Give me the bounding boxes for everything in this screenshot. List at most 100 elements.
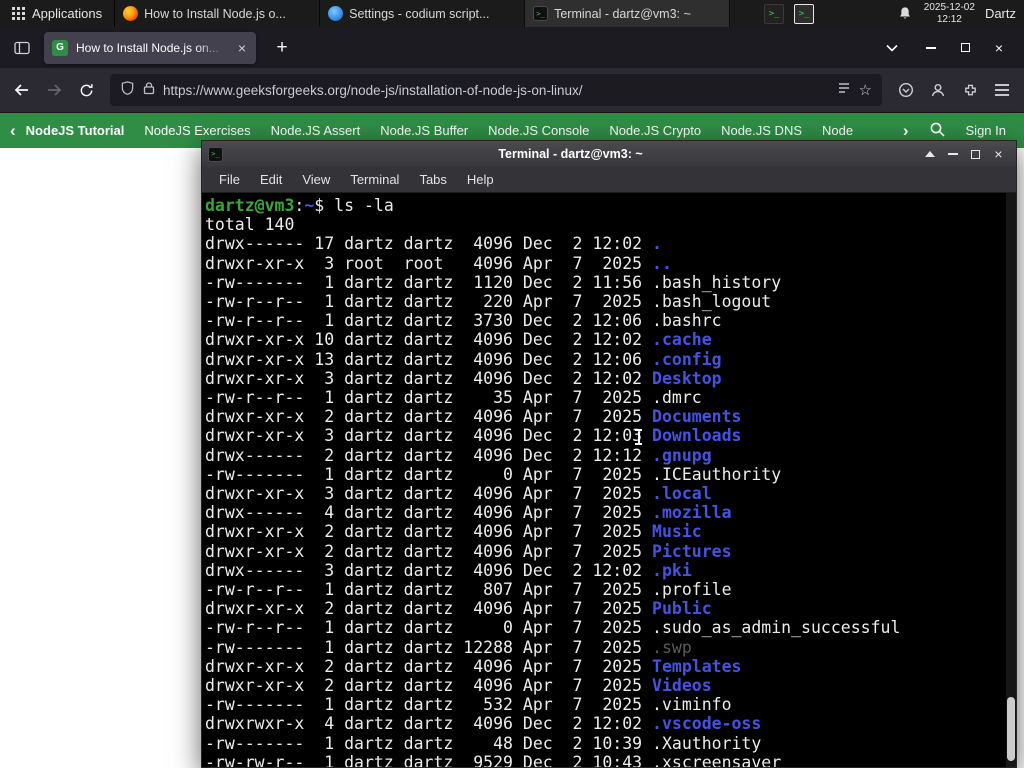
ls-row: drwxr-xr-x 3 root root 4096 Apr 7 2025 .… [205,253,672,273]
ls-listing: drwx------ 17 dartz dartz 4096 Dec 2 12:… [205,234,1004,767]
ls-row: drwxr-xr-x 2 dartz dartz 4096 Apr 7 2025… [205,522,702,542]
scrollbar-thumb[interactable] [1007,697,1015,761]
reload-button[interactable] [70,74,102,106]
minimize-icon [926,46,936,49]
ls-filename: .. [652,253,672,273]
ls-row: drwxr-xr-x 2 dartz dartz 4096 Apr 7 2025… [205,676,712,696]
settings-app-icon [328,6,344,21]
ls-filename: .config [652,349,722,369]
panel-window-button-settings[interactable]: Settings - codium script... [320,0,526,27]
ls-filename: Templates [652,656,742,676]
ls-row: drwx------ 2 dartz dartz 4096 Dec 2 12:1… [205,445,712,465]
ls-row: drwx------ 17 dartz dartz 4096 Dec 2 12:… [205,234,662,254]
maximize-icon [960,43,970,52]
panel-window-button-terminal[interactable]: >_ Terminal - dartz@vm3: ~ [525,0,731,27]
ls-row: drwxrwxr-x 4 dartz dartz 4096 Dec 2 12:0… [205,714,762,734]
notifications-bell-icon[interactable] [898,6,912,21]
terminal-output[interactable]: dartz@vm3:~$ ls -la total 140 drwx------… [202,193,1016,767]
tab-title: How to Install Node.js on... [76,40,219,55]
pocket-icon[interactable] [890,74,922,106]
terminal-icon: >_ [533,6,549,21]
ls-row: drwxr-xr-x 2 dartz dartz 4096 Apr 7 2025… [205,656,742,676]
tracking-shield-icon[interactable] [120,80,135,101]
tray-terminal-active-icon[interactable]: >_ [794,3,815,24]
ls-filename: .local [652,484,712,504]
ls-row: drwxr-xr-x 10 dartz dartz 4096 Dec 2 12:… [205,330,712,350]
minimize-icon [947,153,958,155]
terminal-minimize-button[interactable] [941,141,964,167]
browser-minimize-button[interactable] [914,27,948,68]
ls-row: drwxr-xr-x 2 dartz dartz 4096 Apr 7 2025… [205,541,732,561]
ls-row: -rw-r--r-- 1 dartz dartz 807 Apr 7 2025 … [205,580,732,600]
reader-mode-icon[interactable] [837,81,851,100]
applications-grid-icon [12,7,25,20]
ls-filename: .mozilla [652,503,732,523]
applications-menu-button[interactable]: Applications [0,0,116,27]
terminal-scrollbar[interactable] [1006,193,1016,767]
menu-terminal[interactable]: Terminal [341,169,408,190]
site-nav-item-nodejs-crypto[interactable]: Node.JS Crypto [609,123,701,138]
browser-close-button[interactable]: × [982,27,1016,68]
ls-filename: .xscreensaver [652,752,782,767]
ls-row: -rw-r--r-- 1 dartz dartz 3730 Dec 2 12:0… [205,311,722,331]
url-text[interactable]: https://www.geeksforgeeks.org/node-js/in… [163,83,829,98]
firefox-view-icon[interactable] [8,34,36,62]
new-tab-button[interactable]: + [268,37,296,59]
total-line: total 140 [205,215,295,235]
ls-row: drwxr-xr-x 2 dartz dartz 4096 Apr 7 2025… [205,599,712,619]
site-nav-item-nodejs-exercises[interactable]: NodeJS Exercises [144,123,250,138]
ls-filename: Pictures [652,541,732,561]
menu-tabs[interactable]: Tabs [410,169,455,190]
site-nav-item-nodejs-console[interactable]: Node.JS Console [488,123,589,138]
list-all-tabs-chevron-icon[interactable] [886,44,898,52]
ls-filename: Documents [652,407,742,427]
menu-help[interactable]: Help [458,169,503,190]
back-button[interactable] [6,74,38,106]
nav-scroll-left-icon[interactable]: ‹ [10,122,16,139]
terminal-titlebar[interactable]: >_ Terminal - dartz@vm3: ~ × [202,141,1016,167]
clock-time: 12:12 [936,13,962,25]
ls-row: -rw-r--r-- 1 dartz dartz 220 Apr 7 2025 … [205,292,772,312]
site-nav-item-truncated[interactable]: Node [822,123,853,138]
ls-row: drwxr-xr-x 3 dartz dartz 4096 Dec 2 12:0… [205,426,742,446]
browser-maximize-button[interactable] [948,27,982,68]
ls-row: drwx------ 3 dartz dartz 4096 Dec 2 12:0… [205,560,692,580]
site-search-icon[interactable] [929,121,946,141]
applications-label: Applications [32,6,103,21]
extensions-icon[interactable] [954,74,986,106]
terminal-shade-button[interactable] [918,141,941,167]
site-nav-item-nodejs-tutorial[interactable]: NodeJS Tutorial [26,123,125,138]
menu-view[interactable]: View [293,169,339,190]
panel-window-button-browser[interactable]: How to Install Node.js o... [115,0,321,27]
tab-close-icon[interactable]: × [236,40,248,56]
ls-row: -rw-r--r-- 1 dartz dartz 35 Apr 7 2025 .… [205,388,702,408]
panel-user-label[interactable]: Dartz [985,6,1016,21]
sign-in-button[interactable]: Sign In [966,123,1006,138]
clock-date: 2025-12-02 [923,2,975,13]
ls-filename: Desktop [652,368,722,388]
browser-tab[interactable]: G How to Install Node.js on... × [44,31,256,64]
site-nav-item-nodejs-buffer[interactable]: Node.JS Buffer [380,123,468,138]
url-bar[interactable]: https://www.geeksforgeeks.org/node-js/in… [110,74,882,106]
panel-clock[interactable]: 2025-12-02 12:12 [924,2,975,25]
account-icon[interactable] [922,74,954,106]
bookmark-star-icon[interactable]: ☆ [859,81,872,99]
site-nav-item-nodejs-assert[interactable]: Node.JS Assert [271,123,361,138]
window-button-label: Terminal - dartz@vm3: ~ [554,6,691,21]
nav-scroll-right-icon[interactable]: › [903,122,909,139]
lock-icon[interactable] [143,81,155,100]
menu-file[interactable]: File [210,169,249,190]
tray-terminal-icon[interactable]: >_ [764,3,785,24]
ls-filename: . [652,234,662,254]
menu-hamburger-icon[interactable] [986,74,1018,106]
ls-row: -rw------- 1 dartz dartz 0 Apr 7 2025 .I… [205,464,782,484]
ls-filename: .profile [652,580,732,600]
forward-button[interactable] [38,74,70,106]
terminal-maximize-button[interactable] [964,141,987,167]
terminal-close-button[interactable]: × [987,141,1010,167]
ls-row: -rw------- 1 dartz dartz 48 Dec 2 10:39 … [205,733,762,753]
ls-filename: Videos [652,676,712,696]
ls-filename: Music [652,522,702,542]
site-nav-item-nodejs-dns[interactable]: Node.JS DNS [721,123,802,138]
menu-edit[interactable]: Edit [251,169,291,190]
